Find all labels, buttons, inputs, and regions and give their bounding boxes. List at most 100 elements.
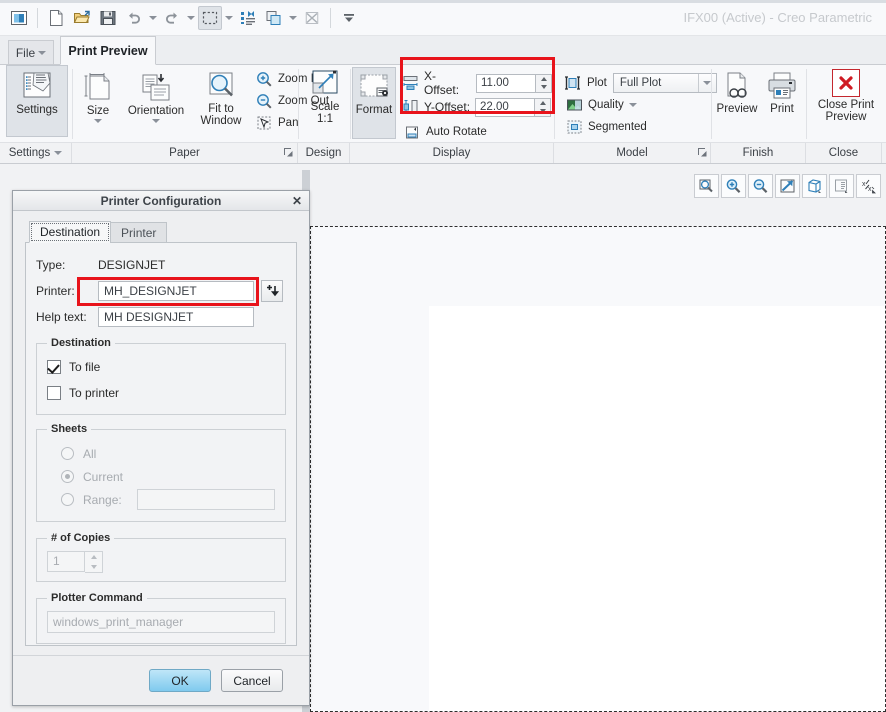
quality-icon: [567, 99, 582, 111]
quality-caret-icon[interactable]: [628, 103, 637, 107]
undo-dropdown-icon[interactable]: [147, 6, 159, 30]
saved-orientations-icon[interactable]: [829, 174, 854, 198]
display-style-icon[interactable]: [802, 174, 827, 198]
settings-button[interactable]: Settings: [6, 65, 68, 137]
group-label-paper-text: Paper: [169, 147, 200, 159]
auto-rotate-icon: [406, 126, 418, 138]
close-icon[interactable]: ✕: [292, 193, 302, 209]
redo-icon[interactable]: [160, 6, 184, 30]
settings-group-caret-icon[interactable]: [54, 151, 63, 155]
format-icon: [360, 74, 388, 97]
ribbon-group-paper: Size Orientation Fit to Window Zoom In Z…: [76, 65, 329, 143]
dialog-body: Destination Printer Type: DESIGNJET Prin…: [13, 211, 309, 646]
group-label-close: Close: [806, 143, 882, 163]
qat-separator-1: [37, 7, 38, 28]
select-icon[interactable]: [198, 5, 222, 30]
fit-to-window-button[interactable]: Fit to Window: [192, 67, 250, 139]
zoom-in-icon[interactable]: [721, 174, 746, 198]
size-button[interactable]: Size: [76, 67, 120, 139]
sheets-current-row: Current: [47, 465, 275, 488]
size-dropdown-icon[interactable]: [94, 119, 102, 123]
auto-rotate-button[interactable]: Auto Rotate: [402, 121, 552, 143]
redo-dropdown-icon[interactable]: [185, 6, 197, 30]
window-icon[interactable]: [262, 6, 286, 30]
y-offset-spin-up[interactable]: [535, 99, 550, 108]
printer-input[interactable]: MH_DESIGNJET: [98, 281, 254, 301]
select-dropdown-icon[interactable]: [223, 6, 235, 30]
to-file-checkbox[interactable]: [47, 360, 61, 374]
pan-label: Pan: [278, 117, 299, 129]
to-printer-checkbox[interactable]: [47, 386, 61, 400]
dialog-title-bar[interactable]: Printer Configuration ✕: [13, 191, 309, 211]
scale-button-label: Scale 1:1: [310, 101, 340, 125]
tab-file-label: File: [15, 45, 36, 60]
model-dialog-launcher[interactable]: [697, 147, 709, 159]
paper-dialog-launcher[interactable]: [283, 147, 295, 159]
y-offset-input[interactable]: 22.00: [475, 97, 536, 117]
close-print-preview-button[interactable]: Close Print Preview: [810, 65, 882, 139]
ok-button[interactable]: OK: [149, 669, 211, 692]
save-icon[interactable]: [96, 6, 120, 30]
orientation-dropdown-icon[interactable]: [152, 119, 160, 123]
refit-icon[interactable]: [694, 174, 719, 198]
sheets-current-radio: [61, 470, 74, 483]
x-offset-input[interactable]: 11.00: [476, 73, 536, 93]
type-row: Type: DESIGNJET: [36, 253, 286, 277]
graphics-toolbar: x x: [689, 170, 886, 202]
window-dropdown-icon[interactable]: [287, 6, 299, 30]
x-offset-spinner[interactable]: [536, 73, 552, 93]
segmented-button[interactable]: Segmented: [564, 116, 717, 138]
datum-display-icon[interactable]: x x: [856, 174, 881, 198]
creo-print-preview-window: IFX00 (Active) - Creo Parametric File Pr…: [0, 0, 886, 712]
to-file-label: To file: [69, 360, 101, 374]
ribbon-group-finish: Preview Print: [714, 65, 804, 143]
y-offset-spin-down[interactable]: [535, 107, 550, 116]
open-icon[interactable]: [70, 6, 94, 30]
plotter-command-input: windows_print_manager: [47, 611, 275, 633]
zoom-out-icon[interactable]: [748, 174, 773, 198]
y-offset-spinner[interactable]: [535, 97, 552, 117]
tab-file[interactable]: File: [8, 40, 54, 64]
print-button[interactable]: Print: [762, 67, 802, 139]
plot-combobox[interactable]: Full Plot: [612, 72, 717, 93]
print-preview-canvas[interactable]: [310, 226, 886, 712]
qat-overflow-icon[interactable]: [337, 6, 361, 30]
format-button[interactable]: Format: [352, 67, 396, 139]
scale-button[interactable]: Scale 1:1: [302, 65, 348, 139]
quality-label: Quality: [588, 99, 624, 111]
undo-icon[interactable]: [122, 6, 146, 30]
dialog-footer: OK Cancel: [13, 655, 309, 705]
preview-button[interactable]: Preview: [714, 67, 760, 139]
tab-printer[interactable]: Printer: [110, 222, 168, 243]
close-window-icon[interactable]: [300, 6, 324, 30]
repaint-icon[interactable]: [775, 174, 800, 198]
settings-icon: [23, 72, 51, 98]
x-offset-spin-down[interactable]: [536, 83, 551, 92]
copies-group: # of Copies 1: [36, 532, 286, 582]
to-file-row[interactable]: To file: [47, 356, 275, 378]
copies-spin-down: [85, 562, 102, 572]
x-offset-spin-up[interactable]: [536, 75, 551, 84]
printer-label: Printer:: [36, 284, 75, 298]
window-top-strip: [0, 0, 886, 3]
model-fields: Plot Full Plot Quality Segmented: [564, 71, 717, 138]
app-menu-icon[interactable]: [7, 6, 31, 30]
add-printer-button[interactable]: [261, 280, 283, 302]
help-text-input[interactable]: MH DESIGNJET: [98, 307, 254, 327]
cancel-button[interactable]: Cancel: [221, 669, 283, 692]
group-label-settings[interactable]: Settings: [0, 143, 72, 163]
fit-to-window-icon: [209, 72, 233, 97]
quality-button[interactable]: Quality: [564, 94, 717, 116]
orientation-button[interactable]: Orientation: [124, 67, 188, 139]
group-label-finish-text: Finish: [742, 147, 774, 159]
preview-button-label: Preview: [716, 103, 758, 115]
dialog-tabs: Destination Printer: [29, 221, 297, 243]
orientation-icon: [142, 74, 170, 101]
tab-printer-label: Printer: [121, 225, 157, 240]
tab-destination[interactable]: Destination: [29, 221, 112, 243]
tab-print-preview[interactable]: Print Preview: [60, 36, 156, 65]
to-printer-row[interactable]: To printer: [47, 382, 275, 404]
x-offset-icon: [403, 76, 418, 90]
regenerate-icon[interactable]: [236, 6, 260, 30]
new-icon[interactable]: [44, 6, 68, 30]
